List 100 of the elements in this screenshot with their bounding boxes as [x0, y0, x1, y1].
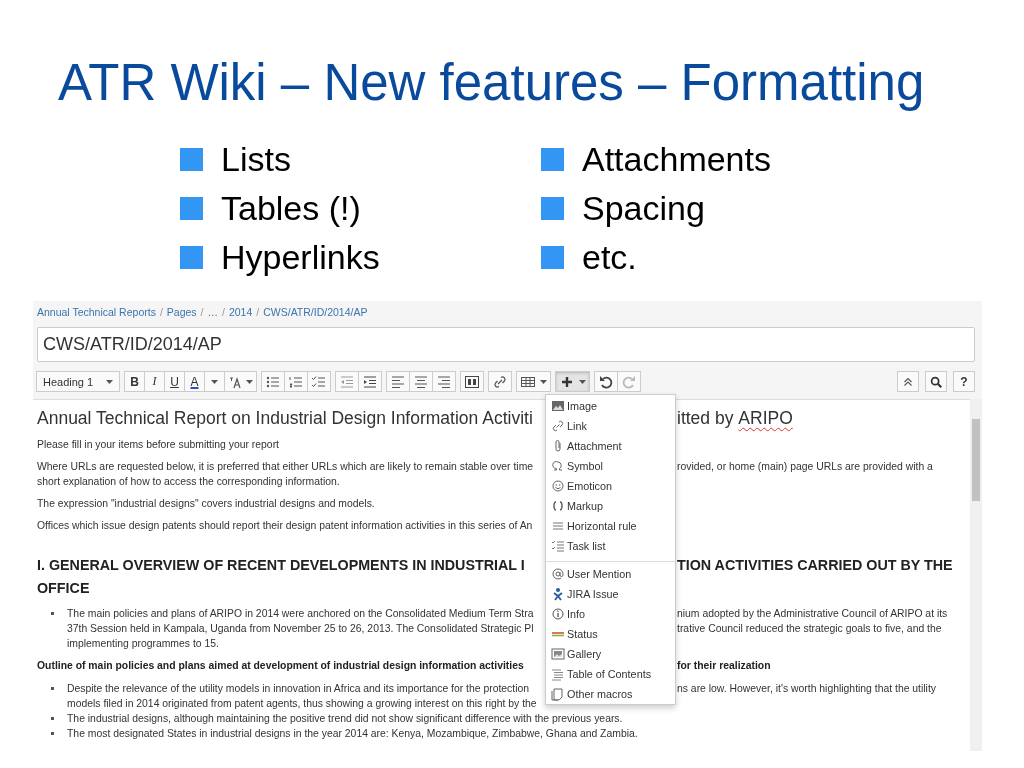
align-left-icon	[390, 373, 406, 390]
checklist-icon	[311, 373, 327, 390]
bullet-icon	[50, 732, 54, 735]
link-icon	[551, 419, 565, 433]
text-color-dropdown[interactable]	[204, 371, 225, 392]
bullet-item-line: The industrial designs, although maintaining the positive trend did not show significant difference with the previous years.	[67, 713, 623, 724]
menu-item[interactable]: Status	[546, 624, 675, 644]
scrollbar[interactable]	[970, 399, 982, 751]
bullet-item-line: implementing programmes to 15.	[67, 638, 219, 649]
page-layout-button[interactable]	[460, 371, 484, 392]
align-right-icon	[436, 373, 452, 390]
breadcrumb-link[interactable]: 2014	[228, 306, 253, 321]
menu-item[interactable]: Emoticon	[546, 476, 675, 496]
text-size-icon	[228, 374, 242, 389]
caret-icon	[106, 379, 113, 384]
menu-item[interactable]: Task list	[546, 536, 675, 556]
menu-item[interactable]: Info	[546, 604, 675, 624]
menu-item[interactable]: Horizontal rule	[546, 516, 675, 536]
collapse-button[interactable]	[897, 371, 919, 392]
bullet-item-line: 37th Session held in Kampala, Uganda from November 25 to 26, 2013. The Consolidated Strategic Pl	[67, 623, 534, 634]
table-dropdown[interactable]	[516, 371, 551, 392]
bold-subheading: Outline of main policies and plans aimed at development of industrial design information activities	[37, 660, 524, 671]
bullet-text: Spacing	[582, 189, 705, 228]
link-button[interactable]	[488, 371, 512, 392]
underline-button[interactable]: U	[164, 371, 185, 392]
bold-button[interactable]: B	[124, 371, 145, 392]
square-bullet-icon	[180, 246, 203, 269]
info-icon	[551, 607, 565, 621]
help-button[interactable]: ?	[953, 371, 975, 392]
search-button[interactable]	[925, 371, 947, 392]
bullet-icon	[50, 687, 54, 690]
menu-item[interactable]: Symbol	[546, 456, 675, 476]
undo-button[interactable]	[594, 371, 618, 392]
breadcrumb-link[interactable]: CWS/ATR/ID/2014/AP	[263, 306, 368, 321]
macro-icon	[551, 687, 565, 701]
bullet-item-line: models filed in 2014 originated from patent agents, thus showing a growing interest on this right by the	[67, 698, 537, 709]
gallery-icon	[551, 647, 565, 661]
breadcrumb-separator: /	[256, 306, 260, 320]
text-color-button[interactable]: A	[184, 371, 205, 392]
bullet-icon	[50, 717, 54, 720]
scrollbar-thumb[interactable]	[972, 419, 980, 501]
align-left-button[interactable]	[386, 371, 410, 392]
align-right-button[interactable]	[432, 371, 456, 392]
square-bullet-icon	[180, 148, 203, 171]
checklist-icon	[551, 539, 565, 553]
columns-icon	[464, 373, 480, 390]
smiley-icon	[551, 479, 565, 493]
menu-item[interactable]: JIRA Issue	[546, 584, 675, 604]
square-bullet-icon	[541, 148, 564, 171]
insert-dropdown[interactable]	[555, 371, 590, 392]
page-heading: Annual Technical Report on Industrial Design Information Activiti	[37, 408, 533, 428]
misspelled-word: ARIPO	[738, 407, 793, 430]
align-center-icon	[413, 373, 429, 390]
menu-item[interactable]: Other macros	[546, 684, 675, 704]
bold-subheading: for their realization	[677, 659, 771, 673]
page-heading: itted by	[677, 407, 734, 430]
toc-icon	[551, 667, 565, 681]
paragraph-line: Where URLs are requested below, it is preferred that either URLs which are likely to remain stable over time	[37, 461, 534, 472]
indent-icon	[362, 373, 378, 390]
paragraph-line: The expression "industrial designs" covers industrial designs and models.	[37, 498, 375, 509]
breadcrumb-separator: /	[222, 306, 225, 320]
bullet-item-line: nium adopted by the Administrative Council of ARIPO at its	[677, 607, 948, 621]
at-sign-icon	[551, 567, 565, 581]
menu-item[interactable]: Gallery	[546, 644, 675, 664]
caret-icon	[540, 379, 547, 384]
paragraph-style-dropdown[interactable]: Heading 1	[36, 371, 120, 392]
menu-item[interactable]: Table of Contents	[546, 664, 675, 684]
braces-icon	[551, 499, 565, 513]
breadcrumb-separator: /	[159, 306, 163, 320]
bullet-item-line: trative Council reduced the strategic goals to five, and the	[677, 622, 942, 636]
indent-button[interactable]	[358, 371, 382, 392]
caret-icon	[246, 379, 253, 384]
figure-icon	[551, 587, 565, 601]
bullet-item-line: Despite the relevance of the utility models in innovation in Africa and its importance for the protection	[67, 683, 530, 694]
section-heading: I. GENERAL OVERVIEW OF RECENT DEVELOPMENTS IN INDUSTRIAL I	[37, 557, 525, 573]
square-bullet-icon	[180, 197, 203, 220]
menu-item[interactable]: Image	[546, 396, 675, 416]
bullet-text: Lists	[221, 140, 291, 179]
bullet-list-button[interactable]	[261, 371, 285, 392]
align-center-button[interactable]	[409, 371, 433, 392]
text-size-dropdown[interactable]	[224, 371, 257, 392]
bullet-text: Attachments	[582, 140, 771, 179]
menu-item[interactable]: Markup	[546, 496, 675, 516]
bullet-item-line: The most designated States in industrial designs in the year 2014 are: Kenya, Mozambique, Zimbabwe, Ghana and Zambia.	[67, 728, 638, 739]
menu-item[interactable]: Link	[546, 416, 675, 436]
paragraph-line: rovided, or home (main) page URLs are provided with a	[677, 460, 933, 474]
image-icon	[551, 399, 565, 413]
page-title-field[interactable]: CWS/ATR/ID/2014/AP	[37, 327, 975, 362]
caret-icon	[211, 379, 218, 384]
lines-icon	[551, 519, 565, 533]
menu-item[interactable]: User Mention	[546, 564, 675, 584]
breadcrumb-link[interactable]: Pages	[166, 306, 197, 321]
paragraph-line: Offices which issue design patents should report their design patent information activities in this series of An	[37, 520, 533, 531]
breadcrumb-link[interactable]: …	[207, 306, 218, 321]
bullet-text: Hyperlinks	[221, 238, 380, 277]
bullet-item-line: The main policies and plans of ARIPO in 2014 were anchored on the Consolidated Medium Term Stra	[67, 608, 534, 619]
breadcrumb-link[interactable]: Annual Technical Reports	[37, 306, 156, 321]
italic-button[interactable]: I	[144, 371, 165, 392]
menu-item[interactable]: Attachment	[546, 436, 675, 456]
breadcrumb-separator: /	[200, 306, 204, 320]
